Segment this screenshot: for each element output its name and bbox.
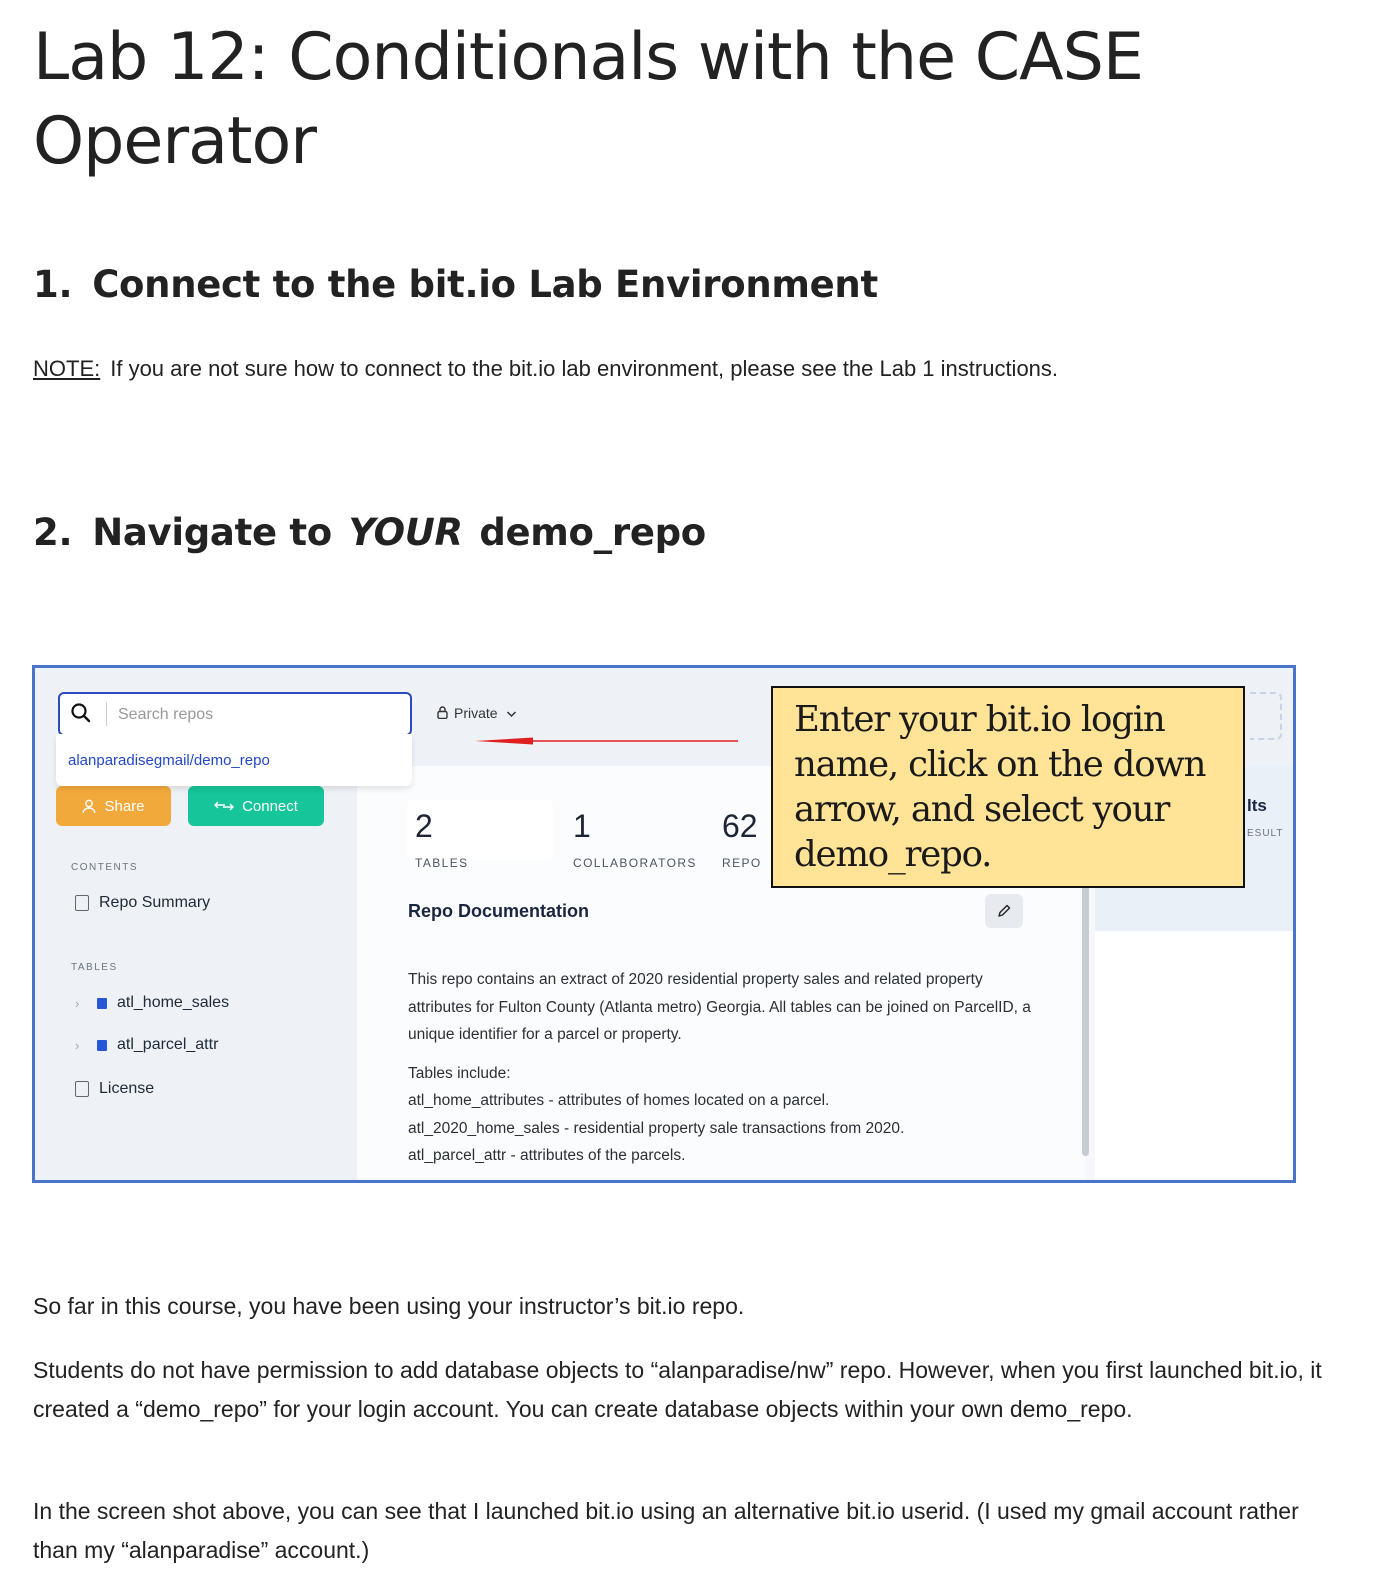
stat-value: 1 [573, 808, 591, 844]
paragraph-1: So far in this course, you have been usi… [33, 1293, 745, 1319]
chevron-right-icon: › [75, 995, 80, 1011]
lab-document: Lab 12: Conditionals with the CASE Opera… [0, 0, 1398, 1566]
stat-label: COLLABORATORS [573, 856, 697, 870]
document-icon [75, 1081, 89, 1097]
stat-label: REPO [722, 856, 762, 870]
share-button[interactable]: Share [56, 786, 171, 826]
stat-tables: 2 TABLES [415, 808, 469, 870]
section-1-heading: 1. Connect to the bit.io Lab Environment [33, 262, 878, 308]
table-label: atl_parcel_attr [117, 1036, 219, 1053]
user-icon [82, 799, 96, 813]
search-repos-box[interactable] [58, 692, 412, 736]
share-label: Share [104, 797, 145, 815]
instruction-callout: Enter your bit.io login name, click on t… [771, 686, 1245, 888]
doc-paragraph: This repo contains an extract of 2020 re… [408, 971, 1031, 1043]
sidebar-item-license[interactable]: License [75, 1080, 154, 1098]
chevron-down-icon [507, 711, 517, 718]
note-text: If you are not sure how to connect to th… [110, 356, 1059, 381]
connect-arrows-icon [214, 801, 235, 811]
stat-value: 2 [415, 808, 433, 844]
section-1-number: 1. [33, 263, 73, 306]
repo-documentation-body: This repo contains an extract of 2020 re… [408, 966, 1038, 1170]
doc-table-line: atl_parcel_attr - attributes of the parc… [408, 1147, 686, 1164]
section-2-number: 2. [33, 511, 73, 554]
search-repos-input[interactable] [116, 702, 400, 728]
note: NOTE: If you are not sure how to connect … [33, 356, 1058, 382]
contents-heading: CONTENTS [71, 862, 138, 873]
section-1-text: Connect to the bit.io Lab Environment [92, 263, 878, 306]
doc-tables-intro: Tables include: [408, 1064, 511, 1082]
repo-summary-label: Repo Summary [99, 894, 211, 911]
doc-scrollbar[interactable] [1082, 866, 1089, 1156]
stat-label: TABLES [415, 856, 469, 870]
section-2-prefix: Navigate to [92, 511, 332, 554]
search-result-demo-repo[interactable]: alanparadisegmail/demo_repo [68, 752, 270, 769]
paragraph-3: In the screen shot above, you can see th… [33, 1498, 1299, 1563]
bitio-screenshot: lts ESULT alanparadisegmail/demo_repo Pr… [32, 665, 1296, 1183]
chevron-right-icon: › [75, 1037, 80, 1053]
search-results-dropdown: alanparadisegmail/demo_repo [56, 734, 412, 786]
results-tab-sublabel: ESULT [1247, 828, 1284, 839]
sidebar-item-repo-summary[interactable]: Repo Summary [75, 894, 210, 912]
section-2-heading: 2. Navigate to YOUR demo_repo [33, 510, 706, 556]
section-2-emphasis: YOUR [348, 511, 463, 554]
table-label: atl_home_sales [117, 994, 230, 1011]
repo-documentation-title: Repo Documentation [408, 901, 590, 921]
pencil-icon [998, 904, 1011, 917]
table-icon [97, 1039, 107, 1051]
connect-button[interactable]: Connect [188, 786, 324, 826]
visibility-label: Private [454, 705, 498, 721]
sidebar-item-atl-home-sales[interactable]: › atl_home_sales [75, 994, 229, 1012]
results-tab-label: lts [1247, 796, 1267, 815]
paragraph-2: Students do not have permission to add d… [33, 1357, 1322, 1422]
search-divider [106, 702, 107, 726]
tables-heading: TABLES [71, 962, 118, 973]
stat-value: 62 [722, 808, 758, 844]
red-pointer-arrow [475, 737, 738, 745]
note-label: NOTE: [33, 356, 101, 381]
doc-table-line: atl_2020_home_sales - residential proper… [408, 1119, 905, 1137]
section-2-suffix: demo_repo [479, 511, 706, 554]
stat-repo-size: 62 REPO [722, 808, 762, 870]
sidebar-item-atl-parcel-attr[interactable]: › atl_parcel_attr [75, 1036, 218, 1054]
screenshot-sidebar [35, 766, 357, 1180]
edit-documentation-button[interactable] [985, 894, 1023, 928]
dashed-outline [1250, 692, 1282, 740]
page-title: Lab 12: Conditionals with the CASE Opera… [33, 20, 1144, 179]
license-label: License [99, 1080, 155, 1097]
doc-table-line: atl_home_attributes - attributes of home… [408, 1092, 830, 1109]
document-icon [75, 895, 89, 911]
stat-collaborators: 1 COLLABORATORS [573, 808, 697, 870]
search-icon [71, 703, 91, 723]
connect-label: Connect [242, 797, 298, 815]
lock-icon [437, 706, 448, 720]
visibility-dropdown[interactable]: Private [437, 705, 517, 721]
table-icon [97, 997, 107, 1009]
